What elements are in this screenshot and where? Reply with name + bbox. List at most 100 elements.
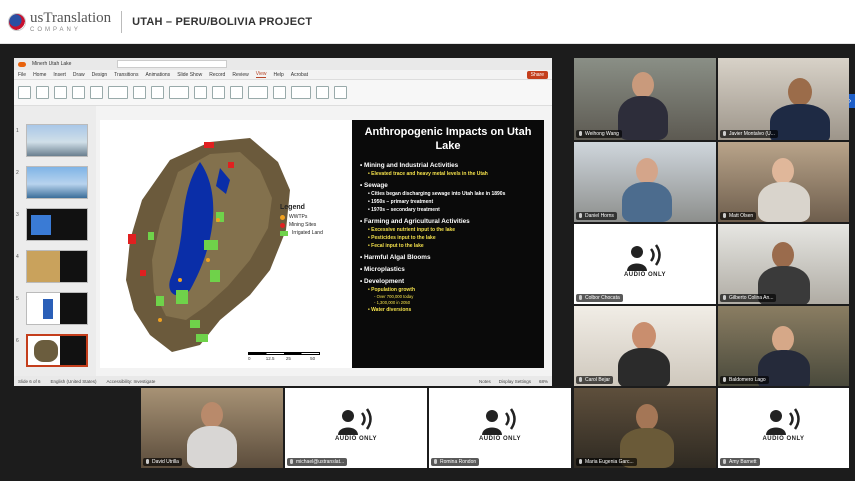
slide-text-panel: Anthropogenic Impacts on Utah Lake Minin… <box>352 120 544 368</box>
participant-tile[interactable]: Matt Olsen <box>718 142 849 222</box>
participant-tile[interactable]: Daniel Horns <box>574 142 716 222</box>
participant-tile[interactable]: Weihong Wang <box>574 58 716 140</box>
accessibility-status[interactable]: Accessibility: Investigate <box>107 379 156 384</box>
participant-name: Gilberto Colina An... <box>720 294 777 302</box>
new-window-icon[interactable] <box>273 86 286 99</box>
slide-bullet-level-1: Microplastics <box>360 266 536 273</box>
utah-lake-map: Legend WWTPs Mining Sites Irrigated Land… <box>100 120 350 368</box>
watershed-map-graphic <box>126 138 290 352</box>
participant-tile-audio-only[interactable]: AUDIO ONLY Amy Barnett <box>718 388 849 468</box>
autosave-toggle[interactable] <box>18 61 26 67</box>
slide-thumbnail-6[interactable] <box>26 334 88 367</box>
scale-label: 25 <box>285 356 291 361</box>
menu-review[interactable]: Review <box>232 72 248 78</box>
slide-sorter-icon[interactable] <box>54 86 67 99</box>
reading-view-icon[interactable] <box>90 86 103 99</box>
menu-view[interactable]: View <box>255 71 267 78</box>
notes-master-icon[interactable] <box>151 86 164 99</box>
participant-tile[interactable]: David Utrilla <box>141 388 283 468</box>
participant-tile[interactable]: Baldomero Lago <box>718 306 849 386</box>
map-legend: Legend WWTPs Mining Sites Irrigated Land <box>280 204 323 238</box>
menu-insert[interactable]: Insert <box>53 72 66 78</box>
menu-home[interactable]: Home <box>33 72 46 78</box>
menu-transitions[interactable]: Transitions <box>114 72 138 78</box>
participant-tile[interactable]: Gilberto Colina An... <box>718 224 849 304</box>
logo-emblem <box>8 12 26 31</box>
participant-tile-audio-only[interactable]: AUDIO ONLY michael@ustranslat... <box>285 388 427 468</box>
ppt-menu-bar: File Home Insert Draw Design Transitions… <box>14 70 552 80</box>
slide-thumbnail-5[interactable] <box>26 292 88 325</box>
mic-icon <box>290 459 293 464</box>
participant-name: David Utrilla <box>143 458 182 466</box>
arrange-all-icon[interactable] <box>291 86 311 99</box>
participant-name: Maria Eugenia Garc... <box>576 458 637 466</box>
mic-icon <box>579 131 582 136</box>
notes-toggle[interactable]: Notes <box>479 379 491 384</box>
switch-windows-icon[interactable] <box>316 86 329 99</box>
outline-view-icon[interactable] <box>36 86 49 99</box>
handout-master-icon[interactable] <box>133 86 146 99</box>
notes-icon[interactable] <box>194 86 207 99</box>
slide-thumbnail-4[interactable] <box>26 250 88 283</box>
menu-record[interactable]: Record <box>209 72 225 78</box>
menu-file[interactable]: File <box>18 72 26 78</box>
mic-icon <box>579 459 582 464</box>
slide-bullet-level-1: Farming and Agricultural Activities <box>360 218 536 225</box>
slide-master-icon[interactable] <box>108 86 128 99</box>
participant-name: Javier Montalvo (U... <box>720 130 778 138</box>
menu-draw[interactable]: Draw <box>73 72 85 78</box>
audio-only-label: AUDIO ONLY <box>623 272 667 278</box>
display-settings[interactable]: Display Settings <box>499 379 531 384</box>
slide-bullet-level-1: Mining and Industrial Activities <box>360 162 536 169</box>
slide-bullet-level-3: Over 700,000 today <box>374 294 536 299</box>
menu-design[interactable]: Design <box>92 72 108 78</box>
participant-name: Romina Rondon <box>431 458 480 466</box>
participant-name: Daniel Horns <box>576 212 617 220</box>
zoom-level[interactable]: 68% <box>539 379 548 384</box>
audio-only-label: AUDIO ONLY <box>334 436 378 442</box>
slide-bullet-level-1: Harmful Algal Blooms <box>360 254 536 261</box>
slide-thumbnail-2[interactable] <box>26 166 88 199</box>
mic-icon <box>723 459 726 464</box>
slide-bullet-level-2: Water diversions <box>368 307 536 313</box>
slide-bullet-level-2: Fecal input to the lake <box>368 243 536 249</box>
slide-bullets: Mining and Industrial Activities Elevated… <box>360 162 536 313</box>
menu-help[interactable]: Help <box>273 72 283 78</box>
show-options-icon[interactable] <box>169 86 189 99</box>
audio-only-icon <box>627 243 661 271</box>
slide-thumbnail-1[interactable] <box>26 124 88 157</box>
legend-title: Legend <box>280 204 305 211</box>
participant-tile[interactable]: Maria Eugenia Garc... <box>574 388 716 468</box>
slide-bullet-level-1: Development <box>360 278 536 285</box>
color-grayscale-icon[interactable] <box>248 86 268 99</box>
mining-swatch <box>280 222 285 228</box>
ppt-status-bar: Slide 6 of 6 English (United States) Acc… <box>14 376 552 386</box>
slide-thumbnail-3[interactable] <box>26 208 88 241</box>
audio-only-icon <box>482 407 516 435</box>
slide-bullet-level-2: Cities began discharging sewage into Uta… <box>368 191 536 197</box>
macros-icon[interactable] <box>334 86 347 99</box>
mic-icon <box>723 295 726 300</box>
ppt-search-box[interactable] <box>117 60 228 68</box>
notes-page-icon[interactable] <box>72 86 85 99</box>
participant-tile-audio-only[interactable]: AUDIO ONLY Colbor Chocata <box>574 224 716 304</box>
menu-slide-show[interactable]: Slide Show <box>177 72 202 78</box>
slide-thumbnails: 1 2 3 4 5 6 <box>14 106 96 376</box>
menu-acrobat[interactable]: Acrobat <box>291 72 308 78</box>
participant-tile[interactable]: Javier Montalvo (U... <box>718 58 849 140</box>
wwtp-swatch <box>280 214 285 220</box>
zoom-icon[interactable] <box>212 86 225 99</box>
normal-view-icon[interactable] <box>18 86 31 99</box>
slide-bullet-level-2: Elevated trace and heavy metal levels in… <box>368 171 536 177</box>
share-button[interactable]: Share <box>526 70 548 79</box>
participant-tile-audio-only[interactable]: AUDIO ONLY Romina Rondon <box>429 388 571 468</box>
ppt-ribbon <box>14 80 552 106</box>
language-status[interactable]: English (United States) <box>51 379 97 384</box>
participant-tile[interactable]: Carol Bejar <box>574 306 716 386</box>
slide-bullet-level-2: 1970s – secondary treatment <box>368 207 536 213</box>
app-header: usTranslation COMPANY UTAH – PERU/BOLIVI… <box>0 0 855 44</box>
participant-name: Matt Olsen <box>720 212 757 220</box>
menu-animations[interactable]: Animations <box>145 72 170 78</box>
fit-window-icon[interactable] <box>230 86 243 99</box>
slide-title: Anthropogenic Impacts on Utah Lake <box>364 126 532 152</box>
